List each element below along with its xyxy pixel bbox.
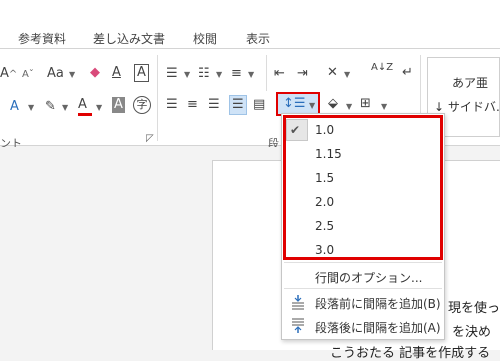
decrease-indent-icon[interactable]: ⇤	[274, 66, 285, 82]
sort-icon[interactable]: A↓Z	[371, 63, 393, 73]
chevron-down-icon[interactable]: ▼	[346, 102, 352, 111]
tab-mailings[interactable]: 差し込み文書	[93, 30, 165, 47]
highlight-frame	[283, 115, 443, 260]
highlight-icon[interactable]: ✎	[45, 99, 56, 115]
character-spacing-icon[interactable]: ✕	[327, 65, 338, 81]
grow-font-icon[interactable]: A^	[0, 66, 17, 83]
shrink-font-icon[interactable]: Aˇ	[22, 66, 34, 83]
chevron-down-icon[interactable]: ▼	[69, 70, 75, 79]
font-dialog-launcher-icon[interactable]: ◸	[146, 133, 154, 144]
menu-divider	[284, 262, 442, 263]
clear-formatting-icon[interactable]: ◆	[90, 65, 100, 81]
space-after-icon	[292, 318, 304, 333]
align-right-icon[interactable]: ☰	[208, 97, 220, 113]
document-text-line: を決め	[452, 325, 492, 340]
chevron-down-icon[interactable]: ▼	[184, 70, 190, 79]
character-shading-icon[interactable]: A	[112, 97, 125, 113]
shading-icon[interactable]: ⬙	[328, 96, 338, 112]
chevron-down-icon: ▼	[309, 101, 316, 110]
group-divider	[157, 55, 158, 141]
ribbon-tab-strip: 参考資料 差し込み文書 校閲 表示	[0, 0, 500, 48]
character-border-icon[interactable]: A	[134, 64, 149, 82]
chevron-down-icon[interactable]: ▼	[96, 103, 102, 112]
show-marks-icon[interactable]: ↵	[402, 65, 413, 81]
numbering-icon[interactable]: ☷	[198, 66, 210, 82]
bullets-icon[interactable]: ☰	[166, 66, 178, 82]
change-case-button[interactable]: Aa	[47, 66, 64, 82]
tab-view[interactable]: 表示	[246, 30, 270, 47]
chevron-down-icon[interactable]: ▼	[381, 102, 387, 111]
chevron-down-icon[interactable]: ▼	[344, 70, 350, 79]
line-spacing-options-item[interactable]: 行間のオプション...	[282, 264, 444, 288]
chevron-down-icon[interactable]: ▼	[62, 103, 68, 112]
borders-icon[interactable]: ⊞	[360, 96, 371, 112]
tab-review[interactable]: 校閲	[193, 30, 217, 47]
tab-references[interactable]: 参考資料	[18, 30, 66, 47]
chevron-down-icon[interactable]: ▼	[248, 70, 254, 79]
menu-divider	[284, 288, 442, 289]
chevron-down-icon[interactable]: ▼	[216, 70, 222, 79]
justify-icon[interactable]: ☰	[229, 95, 247, 115]
add-space-after-item[interactable]: 段落後に間隔を追加(A)	[282, 314, 444, 338]
align-center-icon[interactable]: ≡	[187, 97, 198, 113]
line-spacing-icon: ↕☰	[283, 96, 306, 111]
align-left-icon[interactable]: ☰	[166, 97, 178, 113]
group-divider	[266, 55, 267, 91]
distributed-icon[interactable]: ▤	[253, 97, 265, 113]
style-sample: あア亜	[452, 76, 489, 90]
increase-indent-icon[interactable]: ⇥	[297, 66, 308, 82]
document-text-line: 現を使っ	[448, 301, 500, 316]
enclosed-character-icon[interactable]: 字	[133, 96, 151, 114]
font-color-icon[interactable]: A	[78, 97, 92, 116]
document-text-line: こうおたる 記事を作成する	[330, 346, 491, 361]
text-effects-icon[interactable]: A	[10, 99, 19, 115]
multilevel-list-icon[interactable]: ≡	[231, 66, 242, 82]
chevron-down-icon[interactable]: ▼	[28, 103, 34, 112]
phonetic-guide-icon[interactable]: A	[112, 65, 121, 81]
add-space-before-item[interactable]: 段落前に間隔を追加(B)	[282, 290, 444, 314]
space-before-icon	[292, 295, 304, 310]
